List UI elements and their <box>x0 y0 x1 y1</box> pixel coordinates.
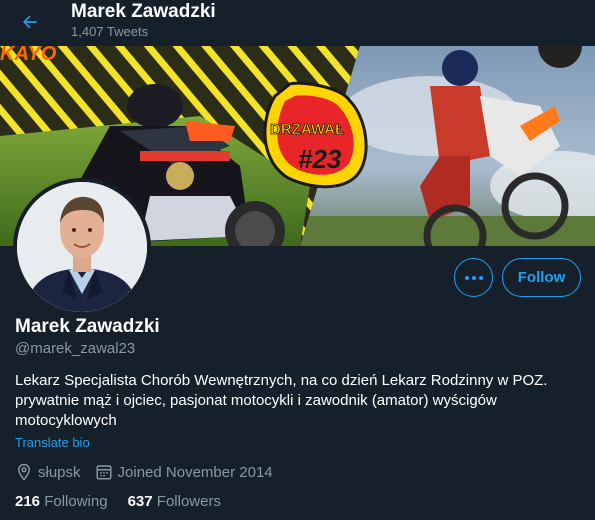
bio-line: prywatnie mąż i ojciec, pasjonat motocyk… <box>15 392 497 409</box>
location-pin-icon <box>17 463 31 481</box>
arrow-left-icon <box>23 15 37 29</box>
followers-link[interactable]: 637 Followers <box>128 493 221 510</box>
calendar-icon <box>96 465 112 480</box>
more-dots-icon <box>464 275 483 280</box>
follow-button[interactable]: Follow <box>502 258 581 297</box>
avatar-image <box>17 182 147 312</box>
bio-line: motocyklowych <box>15 412 117 429</box>
profile-handle: @marek_zawal23 <box>15 340 136 357</box>
header-title: Marek Zawadzki <box>71 1 216 22</box>
avatar[interactable] <box>13 178 151 316</box>
avatar-photo <box>17 182 147 312</box>
profile-meta: słupsk Joined November 2014 <box>15 462 287 482</box>
svg-text:DRZAWAŁ: DRZAWAŁ <box>270 121 344 138</box>
follow-counts: 216 Following 637 Followers <box>15 493 241 510</box>
following-label: Following <box>44 493 108 510</box>
following-count: 216 <box>15 493 41 510</box>
location-text: słupsk <box>38 463 81 481</box>
back-button[interactable] <box>14 6 46 38</box>
followers-label: Followers <box>156 493 221 510</box>
translate-bio-link[interactable]: Translate bio <box>15 435 90 450</box>
followers-count: 637 <box>127 493 153 510</box>
location: słupsk <box>15 463 81 481</box>
svg-text:#23: #23 <box>298 144 342 174</box>
svg-text:KAYO: KAYO <box>0 46 57 65</box>
tweet-count: 1,407 Tweets <box>71 24 149 39</box>
profile-header: Marek Zawadzki 1,407 Tweets <box>0 0 595 46</box>
more-options-button[interactable] <box>454 258 493 297</box>
profile-name: Marek Zawadzki <box>15 316 160 337</box>
bio-line: Lekarz Specjalista Chorób Wewnętrznych, … <box>15 372 548 389</box>
following-link[interactable]: 216 Following <box>15 493 108 510</box>
joined-date: Joined November 2014 <box>95 463 273 481</box>
profile-bio: Lekarz Specjalista Chorób Wewnętrznych, … <box>15 371 575 431</box>
joined-text: Joined November 2014 <box>117 463 273 481</box>
